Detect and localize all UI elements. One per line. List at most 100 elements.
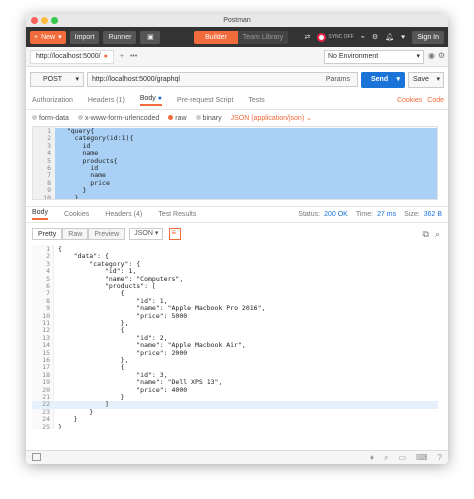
save-button[interactable]: Save ▾ [408, 71, 444, 88]
console-icon[interactable]: ▭ [398, 453, 406, 463]
notifications-icon[interactable]: 🔔︎ [385, 33, 394, 41]
response-body-viewer[interactable]: 1{2 "data": {3 "category": {4 "id": 1, 5 … [32, 245, 438, 429]
active-dot-icon: ● [157, 95, 162, 102]
code-line: 9 } [33, 187, 437, 195]
url-input[interactable]: http://localhost:5000/graphql Params [87, 72, 358, 87]
method-value: POST [43, 76, 63, 83]
time-label: Time: [355, 211, 374, 218]
tab-headers-label: Headers (1) [87, 97, 125, 104]
environment-select[interactable]: No Environment ▾ [324, 50, 424, 64]
binary-label: binary [202, 114, 222, 122]
chevron-down-icon: ▾ [154, 230, 159, 237]
builder-tab[interactable]: Builder [194, 31, 238, 44]
chevron-down-icon: ▾ [58, 34, 62, 41]
minimize-window-button[interactable] [41, 17, 48, 24]
team-library-tab[interactable]: Team Library [238, 31, 288, 44]
request-links: Cookies Code [397, 97, 444, 104]
method-select[interactable]: POST ▾ [30, 72, 84, 87]
send-button[interactable]: Send ▾ [361, 71, 405, 88]
url-bar: POST ▾ http://localhost:5000/graphql Par… [26, 67, 448, 92]
params-button[interactable]: Params [322, 73, 354, 86]
sidebar-toggle-icon[interactable] [32, 453, 41, 461]
chevron-down-icon: ▾ [75, 76, 79, 83]
new-window-button[interactable]: ▣ [140, 30, 161, 44]
form-data-radio[interactable]: form-data [32, 115, 69, 122]
title-bar: Postman [26, 14, 448, 27]
radio-icon [32, 115, 37, 121]
raw-button[interactable]: Raw [62, 228, 89, 240]
time-value: 27 ms [377, 211, 397, 218]
chevron-down-icon: ▾ [436, 75, 440, 83]
search-icon[interactable]: ⌕ [384, 453, 388, 463]
heart-icon[interactable]: ♥ [401, 34, 405, 41]
tab-headers[interactable]: Headers (1) [88, 97, 125, 104]
body-type-options: form-data x-www-form-urlencoded raw bina… [26, 110, 448, 126]
toolbar-right: ⇄ SYNC OFF ⌁ ⚙ 🔔︎ ♥ Sign In [305, 30, 444, 44]
url-value: http://localhost:5000/graphql [92, 76, 180, 83]
cookies-link[interactable]: Cookies [397, 97, 422, 104]
response-tab-cookies[interactable]: Cookies [64, 211, 89, 218]
postman-window: Postman + New ▾ Import Runner ▣ Builder … [26, 14, 448, 464]
response-tab-body[interactable]: Body [32, 209, 48, 220]
code-line: 25} [32, 422, 438, 429]
binary-radio[interactable]: binary [195, 114, 222, 122]
add-tab-icon[interactable]: + [120, 53, 124, 60]
wrap-lines-icon: ≡ [171, 228, 177, 237]
line-number: 10 [43, 193, 51, 200]
import-button[interactable]: Import [69, 30, 100, 44]
search-icon[interactable]: ⌕ [435, 229, 440, 240]
line-code: } [58, 422, 62, 429]
window-plus-icon: ▣ [147, 33, 154, 41]
size-label: Size: [404, 211, 420, 218]
send-label: Send [371, 75, 389, 83]
satellite-icon[interactable]: ⌁ [361, 33, 365, 41]
radio-selected-icon [168, 115, 174, 121]
sign-in-button[interactable]: Sign In [412, 30, 444, 44]
tab-body-label: Body [139, 95, 156, 102]
runner-button[interactable]: Runner [103, 30, 137, 44]
pretty-button[interactable]: Pretty [32, 228, 63, 240]
request-tab[interactable]: http://localhost:5000/ ● [30, 49, 114, 64]
wrap-lines-button[interactable]: ≡ [169, 228, 182, 240]
eye-icon[interactable]: ◉ [428, 51, 435, 60]
radio-icon [195, 115, 201, 121]
bulb-icon[interactable]: ♦ [370, 453, 374, 463]
response-tab-headers[interactable]: Headers (4) [105, 211, 142, 218]
sync-status[interactable]: SYNC OFF [317, 32, 354, 42]
format-value: JSON [134, 230, 153, 237]
raw-label: raw [175, 114, 187, 122]
code-link[interactable]: Code [427, 97, 444, 104]
request-section-tabs: Authorization Headers (1) Body ● Pre-req… [26, 92, 448, 110]
close-window-button[interactable] [31, 17, 38, 24]
tab-tests[interactable]: Tests [248, 97, 264, 104]
content-type-select[interactable]: JSON (application/json) ⌄ [231, 114, 312, 122]
status-value: 200 OK [324, 211, 348, 218]
code-line: 8 price [33, 179, 437, 188]
preview-button[interactable]: Preview [88, 228, 126, 240]
response-tab-tests[interactable]: Test Results [158, 211, 196, 218]
format-select[interactable]: JSON ▾ [129, 228, 164, 240]
main-toolbar: + New ▾ Import Runner ▣ Builder Team Lib… [26, 27, 448, 47]
interceptor-icon[interactable]: ⇄ [305, 33, 311, 41]
zoom-window-button[interactable] [51, 17, 58, 24]
line-number: 25 [42, 422, 50, 429]
help-icon[interactable]: ? [438, 453, 442, 463]
gear-icon[interactable]: ⚙ [438, 51, 445, 60]
response-meta: Status: 200 OK Time: 27 ms Size: 362 B [298, 211, 442, 218]
chevron-down-icon: ▾ [416, 53, 420, 60]
tab-authorization[interactable]: Authorization [32, 97, 73, 104]
new-button[interactable]: + New ▾ [30, 30, 66, 44]
more-tabs-icon[interactable]: ••• [130, 53, 137, 60]
keyboard-icon[interactable]: ⌨ [416, 453, 428, 463]
response-view-bar: Pretty Raw Preview JSON ▾ ≡ ⧉ ⌕ [26, 223, 448, 245]
status-label: Status: [298, 211, 321, 218]
settings-icon[interactable]: ⚙ [372, 33, 378, 41]
tab-body[interactable]: Body ● [139, 95, 162, 106]
request-body-editor[interactable]: 1 "query{2 category(id:1){3 id 4 name 5 pr… [32, 126, 438, 200]
content-type-value: JSON (application/json) [230, 115, 305, 122]
tab-prerequest-script[interactable]: Pre-request Script [177, 97, 233, 104]
code-line: 10 } [33, 193, 437, 200]
urlencoded-radio[interactable]: x-www-form-urlencoded [77, 115, 159, 122]
copy-icon[interactable]: ⧉ [423, 229, 429, 240]
raw-radio[interactable]: raw [168, 114, 187, 122]
